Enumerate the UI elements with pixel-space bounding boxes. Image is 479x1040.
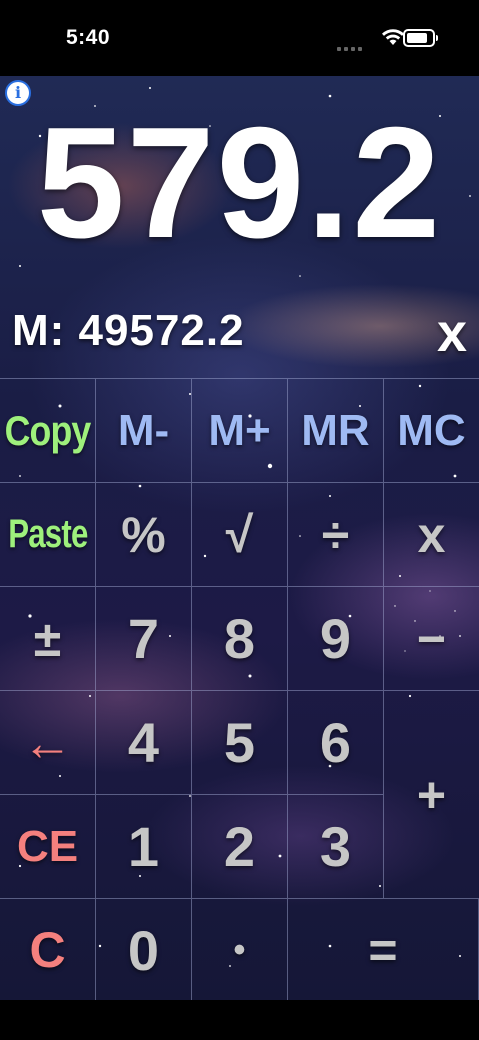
digit-5-label: 5 bbox=[223, 711, 256, 774]
digit-0-button[interactable]: 0 bbox=[96, 899, 192, 1000]
wifi-icon bbox=[382, 29, 404, 45]
digit-8-button[interactable]: 8 bbox=[192, 587, 288, 691]
subtract-label: − bbox=[416, 610, 447, 667]
memory-recall-label: MR bbox=[301, 405, 370, 455]
battery-icon bbox=[403, 29, 438, 47]
memory-clear-label: MC bbox=[397, 405, 466, 455]
digit-3-button[interactable]: 3 bbox=[288, 795, 384, 899]
memory-recall-button[interactable]: MR bbox=[288, 379, 384, 483]
multiply-label: x bbox=[417, 506, 446, 563]
subtract-button[interactable]: − bbox=[384, 587, 479, 691]
digit-6-label: 6 bbox=[319, 711, 352, 774]
memory-subtract-label: M- bbox=[117, 405, 170, 455]
decimal-point-button[interactable]: • bbox=[192, 899, 288, 1000]
equals-button[interactable]: = bbox=[288, 899, 479, 1000]
digit-7-label: 7 bbox=[127, 607, 160, 670]
percent-button[interactable]: % bbox=[96, 483, 192, 587]
backspace-button[interactable]: ← bbox=[0, 691, 96, 795]
clear-entry-label: CE bbox=[16, 821, 79, 871]
square-root-button[interactable]: √ bbox=[192, 483, 288, 587]
status-bar: 5:40 bbox=[0, 0, 479, 76]
memory-add-label: M+ bbox=[208, 405, 271, 455]
status-time: 5:40 bbox=[66, 26, 111, 49]
digit-4-label: 4 bbox=[127, 711, 160, 774]
add-button[interactable]: + bbox=[384, 691, 479, 899]
result-display: 579.2 bbox=[36, 95, 443, 271]
digit-3-label: 3 bbox=[319, 815, 352, 878]
digit-2-label: 2 bbox=[223, 815, 256, 878]
memory-display: M: 49572.2 bbox=[12, 306, 245, 355]
digit-4-button[interactable]: 4 bbox=[96, 691, 192, 795]
calculator-app: i 579.2 M: 49572.2 x Copy M- M+ MR MC Pa… bbox=[0, 76, 479, 1000]
plus-minus-label: ± bbox=[33, 610, 62, 667]
digit-0-label: 0 bbox=[127, 918, 160, 982]
plus-minus-button[interactable]: ± bbox=[0, 587, 96, 691]
digit-6-button[interactable]: 6 bbox=[288, 691, 384, 795]
copy-label: Copy bbox=[4, 406, 92, 454]
divide-button[interactable]: ÷ bbox=[288, 483, 384, 587]
multiply-button[interactable]: x bbox=[384, 483, 479, 587]
memory-clear-button[interactable]: MC bbox=[384, 379, 479, 483]
memory-add-button[interactable]: M+ bbox=[192, 379, 288, 483]
keypad: Copy M- M+ MR MC Paste % √ ÷ x ± 7 8 9 −… bbox=[0, 378, 479, 1000]
digit-9-label: 9 bbox=[319, 607, 352, 670]
decimal-point-label: • bbox=[233, 930, 246, 969]
add-label: + bbox=[416, 766, 447, 823]
paste-label: Paste bbox=[7, 512, 88, 556]
digit-8-label: 8 bbox=[223, 607, 256, 670]
equals-label: = bbox=[368, 922, 398, 978]
close-button[interactable]: x bbox=[437, 306, 467, 360]
divide-label: ÷ bbox=[321, 506, 350, 563]
digit-2-button[interactable]: 2 bbox=[192, 795, 288, 899]
clear-button[interactable]: C bbox=[0, 899, 96, 1000]
digit-7-button[interactable]: 7 bbox=[96, 587, 192, 691]
copy-button[interactable]: Copy bbox=[0, 379, 96, 483]
cellular-signal-icon bbox=[337, 38, 367, 51]
digit-9-button[interactable]: 9 bbox=[288, 587, 384, 691]
info-icon[interactable]: i bbox=[5, 80, 31, 106]
memory-subtract-button[interactable]: M- bbox=[96, 379, 192, 483]
digit-1-label: 1 bbox=[127, 815, 160, 878]
backspace-arrow-icon: ← bbox=[22, 714, 73, 771]
digit-1-button[interactable]: 1 bbox=[96, 795, 192, 899]
percent-label: % bbox=[121, 506, 166, 563]
digit-5-button[interactable]: 5 bbox=[192, 691, 288, 795]
clear-label: C bbox=[29, 922, 66, 978]
square-root-label: √ bbox=[225, 506, 254, 563]
clear-entry-button[interactable]: CE bbox=[0, 795, 96, 899]
paste-button[interactable]: Paste bbox=[0, 483, 96, 587]
